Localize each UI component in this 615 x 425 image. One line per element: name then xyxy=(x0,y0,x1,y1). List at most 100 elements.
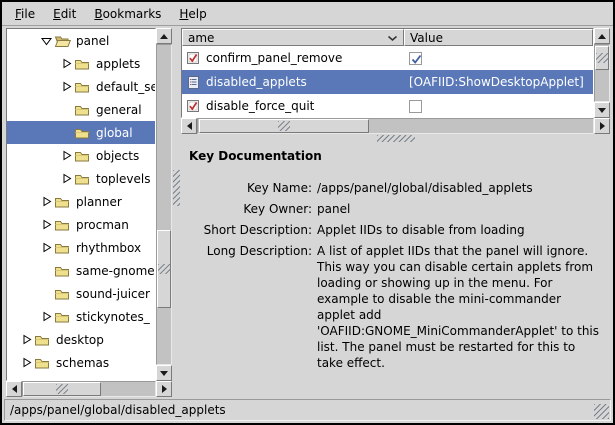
keylist-hscroll-trough[interactable] xyxy=(197,118,594,134)
expander-collapsed-icon[interactable] xyxy=(39,310,54,324)
folder-icon xyxy=(54,287,73,301)
key-list: confirm_panel_remove disabled_applets [O… xyxy=(182,46,593,117)
tree-item-desktop[interactable]: desktop xyxy=(7,328,155,351)
key-list-frame: ame Value confirm_panel_remove xyxy=(181,28,594,118)
checkbox-unchecked[interactable] xyxy=(409,100,422,113)
documentation-splitter[interactable] xyxy=(181,134,610,143)
scroll-up-button[interactable] xyxy=(156,28,172,44)
column-header-value[interactable]: Value xyxy=(404,29,593,46)
statusbar: /apps/panel/global/disabled_applets xyxy=(4,399,611,421)
scroll-left-button[interactable] xyxy=(181,118,197,134)
tree-item-toplevels[interactable]: toplevels xyxy=(7,167,155,190)
tree-item-label: sound-juicer xyxy=(73,287,150,301)
tree-item-applets[interactable]: applets xyxy=(7,52,155,75)
tree-hscroll-thumb[interactable] xyxy=(23,382,101,396)
expander-collapsed-icon[interactable] xyxy=(59,172,74,186)
expander-collapsed-icon[interactable] xyxy=(39,241,54,255)
tree-item-label: rhythmbox xyxy=(73,241,141,255)
keylist-vertical-scrollbar[interactable] xyxy=(594,28,610,118)
expander-collapsed-icon[interactable] xyxy=(39,218,54,232)
doc-field: Key Owner: panel xyxy=(189,201,602,217)
expander-collapsed-icon[interactable] xyxy=(19,356,34,370)
boolean-key-icon xyxy=(186,99,201,114)
folder-icon xyxy=(74,103,93,117)
tree-item-label: objects xyxy=(93,149,139,163)
arrow-right-icon xyxy=(600,122,605,130)
scroll-up-button[interactable] xyxy=(594,28,610,44)
statusbar-text: /apps/panel/global/disabled_applets xyxy=(10,403,226,417)
pane-splitter[interactable] xyxy=(172,28,181,397)
expander-collapsed-icon[interactable] xyxy=(59,57,74,71)
keylist-hscroll-thumb[interactable] xyxy=(199,119,369,133)
expander-collapsed-icon[interactable] xyxy=(19,333,34,347)
tree-horizontal-scrollbar[interactable] xyxy=(6,381,172,397)
scroll-right-button[interactable] xyxy=(594,118,610,134)
folder-icon xyxy=(54,195,73,209)
tree-item-panel[interactable]: panel xyxy=(7,29,155,52)
scroll-down-button[interactable] xyxy=(594,102,610,118)
resize-grip[interactable] xyxy=(594,404,609,419)
arrow-up-icon xyxy=(160,34,168,39)
tree-item-stickynotes-[interactable]: stickynotes_ xyxy=(7,305,155,328)
keylist-horizontal-scrollbar[interactable] xyxy=(181,118,610,134)
arrow-right-icon xyxy=(162,385,167,393)
folder-icon xyxy=(74,57,93,71)
main-area: panel applets default_se general global … xyxy=(2,26,613,398)
menu-item-help[interactable]: Help xyxy=(170,4,215,24)
key-list-header: ame Value xyxy=(182,29,593,46)
key-row-disabled_applets[interactable]: disabled_applets [OAFIID:ShowDesktopAppl… xyxy=(182,70,593,94)
tree-item-planner[interactable]: planner xyxy=(7,190,155,213)
tree-item-sound-juicer[interactable]: sound-juicer xyxy=(7,282,155,305)
sort-indicator-icon xyxy=(387,31,398,45)
doc-field-value: /apps/panel/global/disabled_applets xyxy=(317,180,602,196)
tree-item-global[interactable]: global xyxy=(7,121,155,144)
folder-icon xyxy=(54,241,73,255)
key-value-cell[interactable] xyxy=(404,52,593,65)
keylist-vscroll-thumb[interactable] xyxy=(595,46,609,70)
column-header-name[interactable]: ame xyxy=(182,29,404,46)
tree-item-general[interactable]: general xyxy=(7,98,155,121)
tree-vertical-scrollbar[interactable] xyxy=(156,28,172,381)
tree-item-label: same-gnome xyxy=(73,264,155,278)
scroll-left-button[interactable] xyxy=(6,381,22,397)
keylist-vscroll-trough[interactable] xyxy=(594,44,610,102)
tree-vscroll-trough[interactable] xyxy=(156,44,172,365)
expander-collapsed-icon[interactable] xyxy=(59,149,74,163)
name-column-label: ame xyxy=(188,31,214,45)
expander-spacer xyxy=(39,287,54,301)
arrow-left-icon xyxy=(187,122,192,130)
tree-vscroll-thumb[interactable] xyxy=(157,230,171,308)
tree-item-same-gnome[interactable]: same-gnome xyxy=(7,259,155,282)
scroll-down-button[interactable] xyxy=(156,365,172,381)
tree-item-rhythmbox[interactable]: rhythmbox xyxy=(7,236,155,259)
tree-item-label: global xyxy=(93,126,133,140)
doc-field-value: Applet IIDs to disable from loading xyxy=(317,222,602,238)
key-value-cell[interactable] xyxy=(404,100,593,113)
menu-item-bookmarks[interactable]: Bookmarks xyxy=(85,4,170,24)
tree-item-procman[interactable]: procman xyxy=(7,213,155,236)
tree-item-schemas[interactable]: schemas xyxy=(7,351,155,374)
tree-item-default-se[interactable]: default_se xyxy=(7,75,155,98)
tree-item-label: toplevels xyxy=(93,172,150,186)
arrow-down-icon xyxy=(160,371,168,376)
key-value-cell[interactable]: [OAFIID:ShowDesktopApplet] xyxy=(404,75,593,89)
menu-item-file[interactable]: File xyxy=(6,4,44,24)
key-row-confirm_panel_remove[interactable]: confirm_panel_remove xyxy=(182,46,593,70)
key-row-disable_force_quit[interactable]: disable_force_quit xyxy=(182,94,593,117)
doc-field-value: A list of applet IIDs that the panel wil… xyxy=(317,243,602,371)
expander-collapsed-icon[interactable] xyxy=(59,80,74,94)
tree-item-objects[interactable]: objects xyxy=(7,144,155,167)
scroll-right-button[interactable] xyxy=(156,381,172,397)
checkbox-checked[interactable] xyxy=(409,52,422,65)
expander-expanded-icon[interactable] xyxy=(39,34,54,48)
tree-item-label: stickynotes_ xyxy=(73,310,150,324)
expander-collapsed-icon[interactable] xyxy=(39,195,54,209)
tree-hscroll-trough[interactable] xyxy=(22,381,156,397)
folder-icon xyxy=(74,149,93,163)
doc-field-label: Short Description: xyxy=(189,222,317,238)
key-name-label: disabled_applets xyxy=(206,75,307,89)
doc-field-label: Key Owner: xyxy=(189,201,317,217)
menu-item-edit[interactable]: Edit xyxy=(44,4,85,24)
tree-item-label: applets xyxy=(93,57,140,71)
menubar: FileEditBookmarksHelp xyxy=(2,2,613,26)
